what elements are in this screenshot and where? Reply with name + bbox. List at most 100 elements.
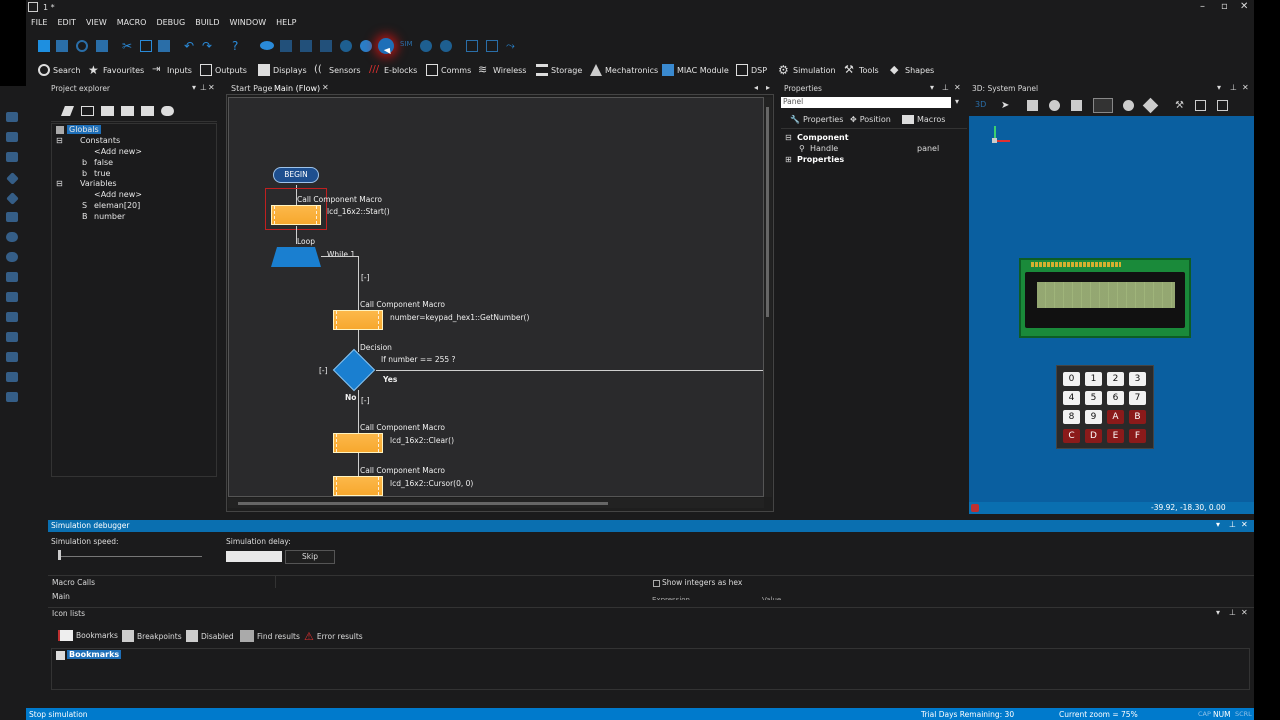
key-5[interactable]: 5 [1085, 391, 1102, 405]
record-icon[interactable] [971, 504, 979, 512]
pause-icon[interactable] [360, 40, 372, 52]
cube-icon[interactable] [1142, 97, 1159, 114]
pane-menu-icon[interactable]: ▾ [1216, 608, 1220, 617]
pointer-icon[interactable]: ➤ [1001, 100, 1012, 111]
3d-icon[interactable]: 3D [975, 100, 986, 109]
menu-build[interactable]: BUILD [190, 16, 224, 29]
edit-icon[interactable] [61, 106, 74, 116]
delay-tool-icon[interactable] [6, 152, 18, 162]
tab-main-flow[interactable]: Main (Flow) [274, 84, 320, 93]
image-icon[interactable] [1071, 100, 1082, 111]
key-0[interactable]: 0 [1063, 372, 1080, 386]
properties-tab[interactable]: 🔧 Properties [790, 115, 843, 124]
menu-macro[interactable]: MACRO [112, 16, 152, 29]
menu-window[interactable]: WINDOW [225, 16, 272, 29]
close-pane-icon[interactable]: ✕ [954, 83, 961, 92]
menu-view[interactable]: VIEW [81, 16, 112, 29]
camera-icon[interactable] [1093, 98, 1113, 113]
c-code-tool-icon[interactable] [6, 352, 18, 362]
error-results-tab[interactable]: ⚠ Error results [304, 630, 363, 643]
tree-false[interactable]: false [94, 158, 113, 167]
cut-icon[interactable]: ✂ [122, 40, 134, 52]
pane-menu-icon[interactable]: ▾ [1216, 520, 1220, 529]
run-icon[interactable] [340, 40, 352, 52]
search-button[interactable]: Search [38, 61, 80, 79]
properties-combo[interactable]: Panel [781, 97, 951, 108]
simulation-button[interactable]: ⚙ Simulation [778, 61, 836, 79]
key-6[interactable]: 6 [1107, 391, 1124, 405]
close-pane-icon[interactable]: ✕ [1242, 83, 1249, 92]
compile-c-icon[interactable] [320, 40, 332, 52]
disabled-tab[interactable]: Disabled [186, 630, 234, 642]
tree-number[interactable]: number [94, 212, 125, 221]
macros-tab[interactable]: Macros [902, 115, 945, 124]
show-hex-checkbox[interactable] [653, 580, 660, 587]
inputs-button[interactable]: ⇥ Inputs [152, 61, 192, 79]
sphere-icon[interactable] [1049, 100, 1060, 111]
loop-block[interactable] [271, 247, 321, 267]
maximize-icon[interactable]: ▫ [1221, 1, 1228, 12]
call-macro-lcd-clear[interactable] [333, 433, 383, 453]
macro-tool-icon[interactable] [6, 292, 18, 302]
begin-terminal[interactable]: BEGIN [273, 167, 319, 183]
refresh-icon[interactable] [76, 40, 88, 52]
table-icon[interactable] [101, 106, 114, 116]
select-icon[interactable] [1027, 100, 1038, 111]
new-file-icon[interactable] [38, 40, 50, 52]
tree-variables[interactable]: Variables [80, 179, 117, 188]
paste-icon[interactable] [158, 40, 170, 52]
pin-icon[interactable]: ⊥ [1229, 608, 1236, 617]
undo-icon[interactable]: ↶ [184, 40, 196, 52]
close-tab-icon[interactable]: ✕ [322, 83, 329, 92]
key-7[interactable]: 7 [1129, 391, 1146, 405]
label-tool-icon[interactable] [6, 392, 18, 402]
key-d[interactable]: D [1085, 429, 1102, 443]
tree-add-variable[interactable]: <Add new> [94, 190, 142, 199]
chip-icon[interactable] [121, 106, 134, 116]
connection-tool-icon[interactable] [6, 212, 18, 222]
flowchart-canvas[interactable]: BEGIN Call Component Macro lcd_16x2::Sta… [228, 97, 764, 497]
interrupt-tool-icon[interactable] [6, 332, 18, 342]
eblocks-button[interactable]: ///E-blocks [369, 61, 417, 79]
collapse-loop[interactable]: [-] [361, 273, 370, 282]
sim-delay-input[interactable] [226, 551, 282, 562]
eye-icon[interactable] [161, 106, 174, 116]
tree-globals[interactable]: Globals [67, 125, 101, 134]
chevron-down-icon[interactable]: ▾ [955, 97, 959, 106]
pane-menu-icon[interactable]: ▾ [1217, 83, 1221, 92]
key-a[interactable]: A [1107, 410, 1124, 424]
bookmarks-tab[interactable]: Bookmarks [58, 630, 118, 641]
step-into-icon[interactable] [420, 40, 432, 52]
sim-icon[interactable]: SIM [400, 40, 413, 52]
key-8[interactable]: 8 [1063, 410, 1080, 424]
lcd-16x2-component[interactable] [1019, 258, 1191, 338]
view-options-icon[interactable] [1217, 100, 1228, 111]
skip-button[interactable]: Skip [285, 550, 335, 564]
key-e[interactable]: E [1107, 429, 1124, 443]
calc-tool-icon[interactable] [6, 232, 18, 242]
key-c[interactable]: C [1063, 429, 1080, 443]
light-icon[interactable] [1123, 100, 1134, 111]
decision-block[interactable] [332, 348, 376, 392]
miac-module-button[interactable]: MIAC Module [662, 61, 729, 79]
close-window-icon[interactable]: ✕ [1240, 1, 1248, 12]
compile-hex-icon[interactable] [300, 40, 312, 52]
key-b[interactable]: B [1129, 410, 1146, 424]
layout-icon[interactable] [1195, 100, 1206, 111]
pin-icon[interactable]: ⊥ [1229, 520, 1236, 529]
tree-eleman[interactable]: eleman[20] [94, 201, 140, 210]
pin-icon[interactable]: ⊥ [200, 83, 207, 92]
vertical-scroll-thumb[interactable] [766, 107, 769, 317]
tab-start-page[interactable]: Start Page [231, 84, 272, 93]
collapse-decision[interactable]: [-] [319, 366, 328, 375]
sensors-button[interactable]: ((Sensors [314, 61, 361, 79]
loop-tool-icon[interactable] [6, 272, 18, 282]
call-macro-lcd-cursor[interactable] [333, 476, 383, 496]
pin-icon[interactable]: ⊥ [942, 83, 949, 92]
input-tool-icon[interactable] [6, 112, 18, 122]
favourites-button[interactable]: ★ Favourites [88, 61, 144, 79]
keypad-hex-component[interactable]: 0 1 2 3 4 5 6 7 8 9 A B C D E F [1056, 365, 1154, 449]
find-results-tab[interactable]: Find results [240, 630, 300, 642]
close-pane-icon[interactable]: ✕ [208, 83, 215, 92]
tab-prev-icon[interactable]: ◂ [754, 83, 758, 92]
